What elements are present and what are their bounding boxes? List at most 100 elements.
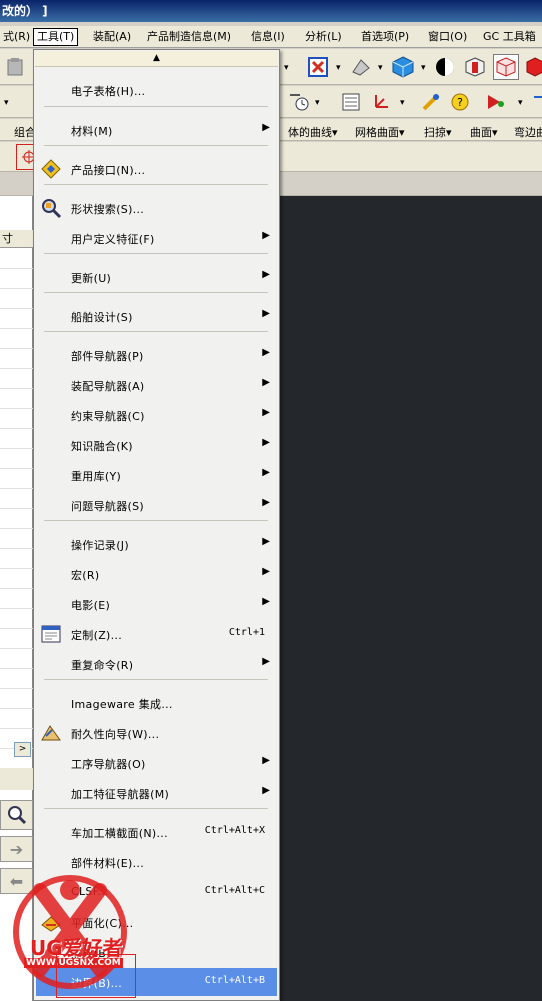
window-title: 改的） ] xyxy=(2,4,48,18)
tools-menu-item[interactable]: 产品接口(N)... xyxy=(36,155,277,183)
tools-menu-item[interactable]: 定制(Z)... Ctrl+1 xyxy=(36,620,277,648)
toolbar-label-sweep[interactable]: 扫掠▾ xyxy=(424,124,452,140)
shape-search-icon xyxy=(40,197,62,219)
panel-divider xyxy=(0,768,33,790)
navigator-row-line xyxy=(0,308,33,309)
toolbar-label-flange[interactable]: 弯边曲 xyxy=(514,124,542,140)
submenu-arrow-icon: ▶ xyxy=(262,785,270,796)
menu-preferences[interactable]: 首选项(P) xyxy=(358,28,412,46)
navigator-row-line xyxy=(0,588,33,589)
menu-format[interactable]: 式(R) xyxy=(0,28,33,46)
tools-menu-item[interactable]: 重用库(Y) ▶ xyxy=(36,461,277,489)
column-header: 寸 xyxy=(0,230,33,248)
menu-tools[interactable]: 工具(T) xyxy=(33,28,79,46)
submenu-arrow-icon: ▶ xyxy=(262,656,270,667)
customize-icon xyxy=(40,623,62,645)
magnifier-icon[interactable] xyxy=(0,800,33,830)
menu-item-label: 装配导航器(A) xyxy=(71,380,145,393)
dropdown-arrow-icon[interactable]: ▾ xyxy=(284,63,289,73)
dropdown-arrow-icon[interactable]: ▾ xyxy=(518,98,523,108)
play-icon[interactable] xyxy=(482,89,508,115)
menu-separator xyxy=(44,808,268,809)
help-icon[interactable]: ? xyxy=(447,89,473,115)
wireframe-icon[interactable] xyxy=(493,54,519,80)
menu-scroll-up-button[interactable]: ▲ xyxy=(35,51,278,67)
navigator-row-line xyxy=(0,408,33,409)
dropdown-arrow-icon[interactable]: ▾ xyxy=(400,98,405,108)
cube-view-icon[interactable] xyxy=(390,54,416,80)
paste-icon[interactable] xyxy=(2,54,28,80)
tools-menu-item[interactable]: 装配导航器(A) ▶ xyxy=(36,371,277,399)
navigator-row-line xyxy=(0,368,33,369)
tools-menu-item[interactable]: 电影(E) ▶ xyxy=(36,590,277,618)
menu-item-label: 定制(Z)... xyxy=(71,629,123,642)
submenu-arrow-icon: ▶ xyxy=(262,377,270,388)
menu-pmi[interactable]: 产品制造信息(M) xyxy=(144,28,234,46)
menu-bar: 式(R) 工具(T) 装配(A) 产品制造信息(M) 信息(I) 分析(L) 首… xyxy=(0,26,542,48)
toolbar-label-body-curves[interactable]: 体的曲线▾ xyxy=(288,124,338,140)
shaded-edges-icon[interactable] xyxy=(462,54,488,80)
tools-menu-item[interactable]: 操作记录(J) ▶ xyxy=(36,530,277,558)
navigator-row-line xyxy=(0,568,33,569)
tools-menu-item[interactable]: 船舶设计(S) ▶ xyxy=(36,302,277,330)
dropdown-arrow-icon[interactable]: ▾ xyxy=(378,63,383,73)
menu-information[interactable]: 信息(I) xyxy=(248,28,288,46)
tools-menu-item[interactable]: 重复命令(R) ▶ xyxy=(36,650,277,678)
navigator-row-line xyxy=(0,388,33,389)
menu-item-shortcut: Ctrl+Alt+X xyxy=(204,825,265,836)
navigator-row-line xyxy=(0,648,33,649)
transform-icon[interactable] xyxy=(527,89,542,115)
tools-menu-item[interactable]: 问题导航器(S) ▶ xyxy=(36,491,277,519)
csys-icon[interactable] xyxy=(368,89,394,115)
dropdown-arrow-icon[interactable]: ▾ xyxy=(421,63,426,73)
dropdown-arrow-icon[interactable]: ▾ xyxy=(336,63,341,73)
menu-separator xyxy=(44,292,268,293)
graphics-viewport[interactable] xyxy=(280,196,542,1001)
menu-gc-toolbox[interactable]: GC 工具箱 xyxy=(480,28,539,46)
ugsnx-watermark-logo: UG爱好者 WWW.UGSNX.COM xyxy=(0,860,140,1001)
menu-item-label: 产品接口(N)... xyxy=(71,164,146,177)
tools-menu-item[interactable]: 工序导航器(O) ▶ xyxy=(36,749,277,777)
arrow-right-icon[interactable]: ➔ xyxy=(0,836,33,862)
clock-icon[interactable] xyxy=(286,89,312,115)
menu-item-shortcut: Ctrl+Alt+C xyxy=(204,885,265,896)
toolbar-label-mesh-surface[interactable]: 网格曲面▾ xyxy=(355,124,405,140)
tools-menu-item[interactable]: 更新(U) ▶ xyxy=(36,263,277,291)
wcs-icon[interactable] xyxy=(418,89,444,115)
submenu-arrow-icon: ▶ xyxy=(262,566,270,577)
navigator-row-line xyxy=(0,348,33,349)
navigator-row-line xyxy=(0,688,33,689)
render-style-icon[interactable] xyxy=(348,54,374,80)
scroll-right-button[interactable]: > xyxy=(14,742,31,757)
menu-item-shortcut: Ctrl+Alt+B xyxy=(204,975,265,986)
fit-view-icon[interactable] xyxy=(305,54,331,80)
tools-menu-item[interactable]: 用户定义特征(F) ▶ xyxy=(36,224,277,252)
hidden-edges-icon[interactable] xyxy=(522,54,542,80)
submenu-arrow-icon: ▶ xyxy=(262,596,270,607)
toolbar-label-surface[interactable]: 曲面▾ xyxy=(470,124,498,140)
tools-menu-item[interactable]: Imageware 集成... xyxy=(36,689,277,717)
menu-window[interactable]: 窗口(O) xyxy=(425,28,470,46)
menu-assembly[interactable]: 装配(A) xyxy=(90,28,134,46)
submenu-arrow-icon: ▶ xyxy=(262,437,270,448)
tools-menu-item[interactable]: 知识融合(K) ▶ xyxy=(36,431,277,459)
orient-view-icon[interactable] xyxy=(432,54,458,80)
layer-settings-icon[interactable] xyxy=(338,89,364,115)
tools-menu-item[interactable]: 车加工横截面(N)... Ctrl+Alt+X xyxy=(36,818,277,846)
tools-menu-item[interactable]: 加工特征导航器(M) ▶ xyxy=(36,779,277,807)
tools-menu-item[interactable]: 宏(R) ▶ xyxy=(36,560,277,588)
menu-analysis[interactable]: 分析(L) xyxy=(302,28,345,46)
tools-menu-item[interactable]: 形状搜索(S)... xyxy=(36,194,277,222)
dropdown-arrow-icon[interactable]: ▾ xyxy=(315,98,320,108)
tools-menu-item[interactable]: 耐久性向导(W)... xyxy=(36,719,277,747)
tools-menu-item[interactable]: 约束导航器(C) ▶ xyxy=(36,401,277,429)
menu-item-label: 更新(U) xyxy=(71,272,112,285)
navigator-row-line xyxy=(0,288,33,289)
menu-item-label: 宏(R) xyxy=(71,569,100,582)
submenu-arrow-icon: ▶ xyxy=(262,536,270,547)
tools-menu-item[interactable]: 部件导航器(P) ▶ xyxy=(36,341,277,369)
dropdown-arrow-icon[interactable]: ▾ xyxy=(4,98,9,108)
tools-menu-item[interactable]: 材料(M) ▶ xyxy=(36,116,277,144)
tools-menu-item[interactable]: 电子表格(H)... xyxy=(36,76,277,104)
menu-separator xyxy=(44,520,268,521)
